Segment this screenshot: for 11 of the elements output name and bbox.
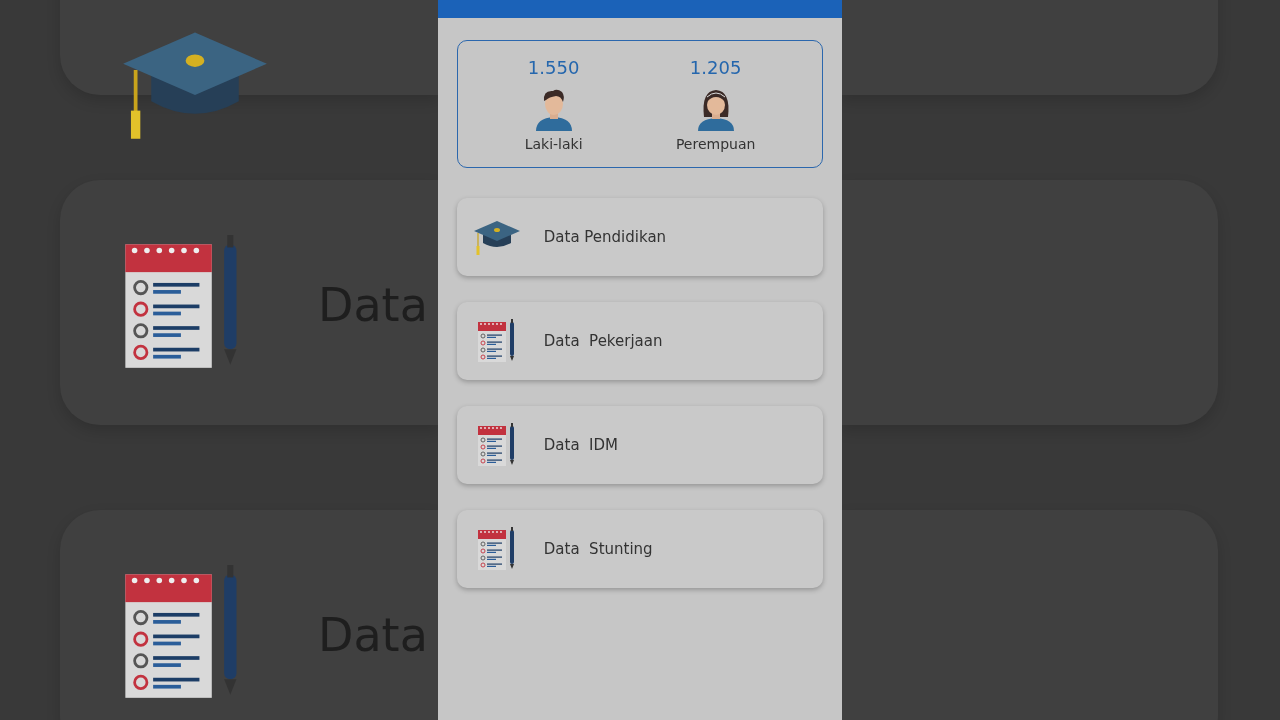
menu-card[interactable]: Data IDM	[457, 406, 823, 484]
count-value: 1.550	[527, 56, 580, 78]
menu-card[interactable]: Data Pendidikan	[457, 198, 823, 276]
menu-card[interactable]: Data Stunting	[457, 510, 823, 588]
gender-label: Laki-laki	[524, 135, 583, 152]
gender-label: Perempuan	[675, 135, 756, 152]
notepad-icon	[477, 318, 517, 364]
notepad-icon	[477, 526, 517, 572]
menu-card[interactable]: Data Pekerjaan	[457, 302, 823, 380]
notepad-icon	[477, 422, 517, 468]
count-value: 1.205	[689, 56, 742, 78]
